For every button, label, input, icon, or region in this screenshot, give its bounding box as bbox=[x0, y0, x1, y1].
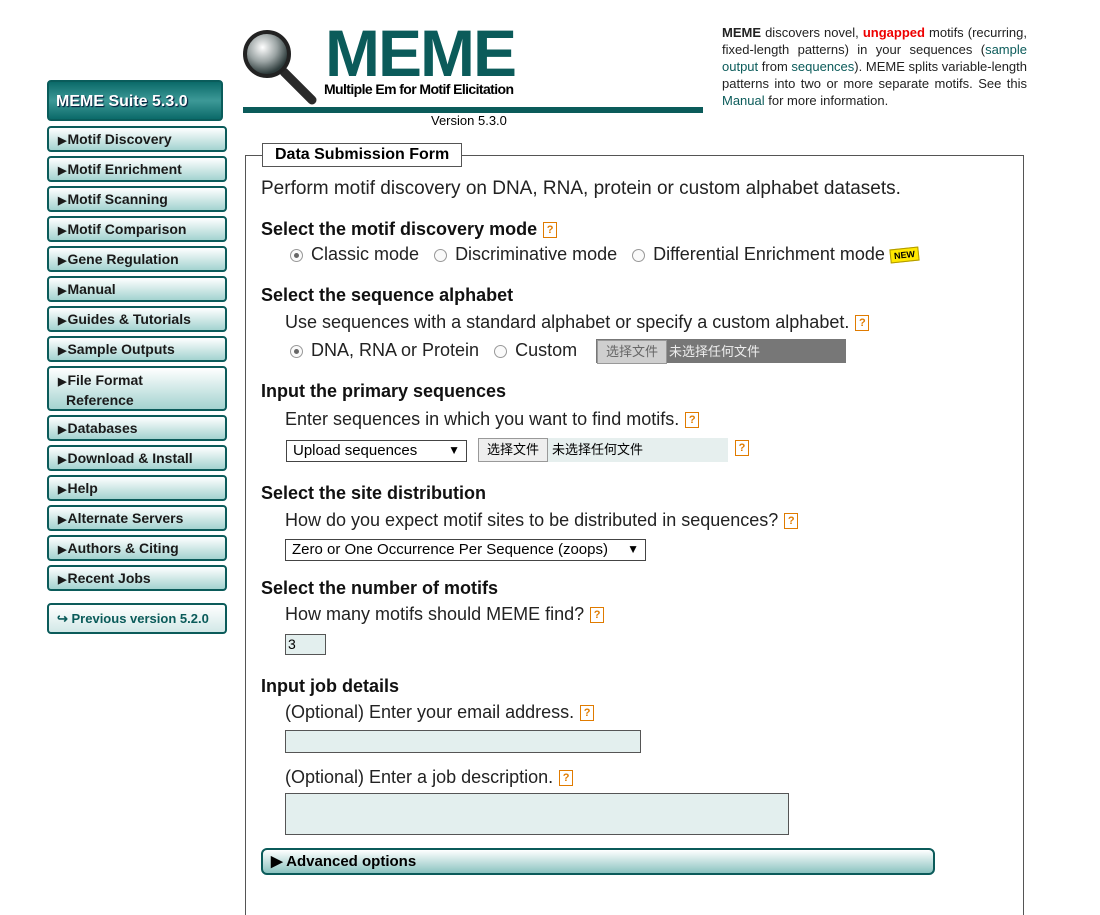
advanced-options-toggle[interactable]: ▶ Advanced options bbox=[261, 848, 935, 875]
mode-discriminative-option[interactable]: Discriminative mode bbox=[434, 244, 617, 264]
triangle-right-icon: ▶ bbox=[58, 195, 67, 207]
magnifying-glass-icon bbox=[243, 30, 317, 105]
nav-sample-outputs[interactable]: ▶Sample Outputs bbox=[47, 336, 227, 362]
distribution-select[interactable]: Zero or One Occurrence Per Sequence (zoo… bbox=[285, 539, 646, 561]
help-icon[interactable]: ? bbox=[685, 412, 700, 429]
logo-subtitle: Multiple Em for Motif Elicitation bbox=[324, 81, 514, 97]
custom-alphabet-file-input[interactable]: 选择文件 未选择任何文件 bbox=[596, 339, 846, 364]
help-icon[interactable]: ? bbox=[543, 222, 558, 239]
nav-motif-scanning[interactable]: ▶Motif Scanning bbox=[47, 186, 227, 212]
triangle-right-icon: ▶ bbox=[58, 345, 67, 357]
email-field[interactable] bbox=[285, 730, 641, 753]
radio-button[interactable] bbox=[632, 248, 646, 262]
triangle-right-icon: ▶ bbox=[58, 544, 67, 556]
manual-link[interactable]: Manual bbox=[722, 93, 765, 108]
nav-download-install[interactable]: ▶Download & Install bbox=[47, 445, 227, 471]
nav-help[interactable]: ▶Help bbox=[47, 475, 227, 501]
previous-version-button[interactable]: ↪ Previous version 5.2.0 bbox=[47, 603, 227, 634]
nav-guides-tutorials[interactable]: ▶Guides & Tutorials bbox=[47, 306, 227, 332]
mode-classic-option[interactable]: Classic mode bbox=[290, 244, 419, 264]
sequences-link[interactable]: sequences bbox=[791, 59, 854, 74]
sequence-source-select[interactable]: Upload sequences ▼ bbox=[286, 440, 467, 462]
triangle-right-icon: ▶ bbox=[58, 484, 67, 496]
email-prompt: (Optional) Enter your email address.? bbox=[285, 702, 595, 723]
nav-file-format-reference[interactable]: ▶File Format Reference bbox=[47, 366, 227, 411]
dropdown-arrow-icon: ▼ bbox=[627, 542, 639, 556]
choose-file-button[interactable]: 选择文件 bbox=[478, 438, 549, 462]
logo-title: MEME bbox=[325, 16, 517, 90]
radio-button[interactable] bbox=[290, 248, 303, 262]
nav-manual[interactable]: ▶Manual bbox=[47, 276, 227, 302]
description-prompt: (Optional) Enter a job description.? bbox=[285, 767, 574, 788]
radio-button[interactable] bbox=[434, 248, 448, 262]
triangle-right-icon: ▶ bbox=[58, 376, 67, 388]
alphabet-options: DNA, RNA or Protein Custom bbox=[290, 340, 577, 361]
mode-heading: Select the motif discovery mode? bbox=[261, 219, 558, 240]
triangle-right-icon: ▶ bbox=[58, 315, 67, 327]
alphabet-prompt: Use sequences with a standard alphabet o… bbox=[285, 312, 870, 333]
triangle-right-icon: ▶ bbox=[58, 225, 67, 237]
help-icon[interactable]: ? bbox=[855, 315, 870, 332]
form-legend: Data Submission Form bbox=[262, 143, 463, 167]
triangle-right-icon: ▶ bbox=[58, 424, 67, 436]
sequence-file-input[interactable]: 选择文件 未选择任何文件 bbox=[478, 438, 728, 462]
job-heading: Input job details bbox=[261, 676, 399, 696]
triangle-right-icon: ▶ bbox=[58, 285, 67, 297]
new-badge: NEW bbox=[889, 246, 920, 264]
nav-motif-enrichment[interactable]: ▶Motif Enrichment bbox=[47, 156, 227, 182]
dropdown-arrow-icon: ▼ bbox=[448, 443, 460, 457]
help-icon[interactable]: ? bbox=[590, 607, 605, 624]
nav-authors-citing[interactable]: ▶Authors & Citing bbox=[47, 535, 227, 561]
nav-motif-discovery[interactable]: ▶Motif Discovery bbox=[47, 126, 227, 152]
triangle-right-icon: ▶ bbox=[58, 165, 67, 177]
intro-paragraph: MEME discovers novel, ungapped motifs (r… bbox=[722, 25, 1027, 108]
distribution-heading: Select the site distribution bbox=[261, 483, 487, 503]
alphabet-standard-option[interactable]: DNA, RNA or Protein bbox=[290, 340, 479, 360]
nav-recent-jobs[interactable]: ▶Recent Jobs bbox=[47, 565, 227, 591]
sidebar-nav: ▶Motif Discovery ▶Motif Enrichment ▶Moti… bbox=[47, 126, 227, 595]
nav-databases[interactable]: ▶Databases bbox=[47, 415, 227, 441]
nav-alternate-servers[interactable]: ▶Alternate Servers bbox=[47, 505, 227, 531]
help-icon[interactable]: ? bbox=[580, 705, 595, 722]
triangle-right-icon: ▶ bbox=[58, 514, 67, 526]
distribution-prompt: How do you expect motif sites to be dist… bbox=[285, 510, 799, 531]
file-status: 未选择任何文件 bbox=[552, 442, 644, 457]
form-lead-text: Perform motif discovery on DNA, RNA, pro… bbox=[261, 178, 901, 199]
file-status: 未选择任何文件 bbox=[669, 344, 761, 359]
help-icon[interactable]: ? bbox=[784, 513, 799, 530]
alphabet-custom-option[interactable]: Custom bbox=[494, 340, 577, 360]
triangle-right-icon: ▶ bbox=[58, 574, 67, 586]
motifs-prompt: How many motifs should MEME find?? bbox=[285, 604, 605, 625]
radio-button[interactable] bbox=[290, 344, 303, 358]
mode-options: Classic mode Discriminative mode Differe… bbox=[290, 244, 920, 265]
version-label: Version 5.3.0 bbox=[431, 113, 507, 128]
primary-prompt: Enter sequences in which you want to fin… bbox=[285, 409, 700, 430]
nav-motif-comparison[interactable]: ▶Motif Comparison bbox=[47, 216, 227, 242]
motifs-heading: Select the number of motifs bbox=[261, 578, 499, 598]
triangle-right-icon: ▶ bbox=[271, 853, 287, 870]
help-icon[interactable]: ? bbox=[735, 440, 749, 456]
motif-count-input[interactable]: 3 bbox=[285, 634, 326, 655]
job-description-textarea[interactable] bbox=[285, 793, 789, 835]
choose-file-button[interactable]: 选择文件 bbox=[597, 340, 668, 364]
help-icon[interactable]: ? bbox=[559, 770, 574, 787]
triangle-right-icon: ▶ bbox=[58, 454, 67, 466]
nav-gene-regulation[interactable]: ▶Gene Regulation bbox=[47, 246, 227, 272]
meme-suite-button[interactable]: MEME Suite 5.3.0 bbox=[47, 80, 223, 121]
triangle-right-icon: ▶ bbox=[58, 255, 67, 267]
primary-heading: Input the primary sequences bbox=[261, 381, 507, 401]
alphabet-heading: Select the sequence alphabet bbox=[261, 285, 514, 305]
mode-differential-option[interactable]: Differential Enrichment mode bbox=[632, 244, 885, 264]
triangle-right-icon: ▶ bbox=[58, 135, 67, 147]
radio-button[interactable] bbox=[494, 344, 508, 358]
